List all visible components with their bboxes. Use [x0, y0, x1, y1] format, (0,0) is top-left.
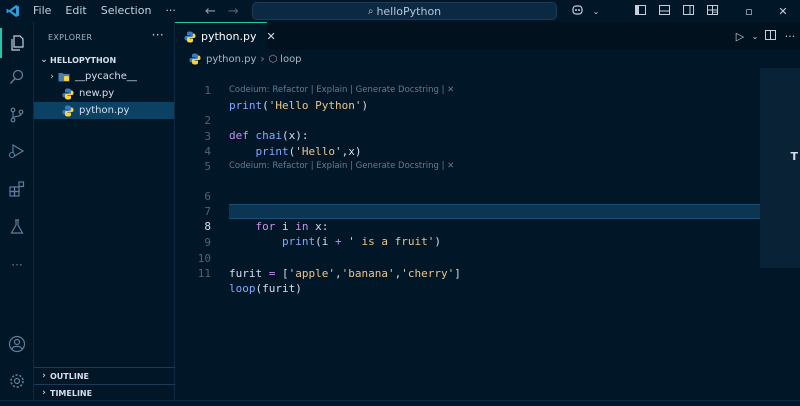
chevron-down-icon: ⌄: [40, 55, 48, 65]
python-folder-icon: [58, 72, 70, 82]
code-line: 9: [204, 236, 211, 249]
code-line: 4: [204, 145, 211, 158]
status-bar: [0, 400, 800, 406]
timeline-section[interactable]: › TIMELINE: [34, 384, 175, 401]
testing-flask-icon[interactable]: [0, 212, 34, 242]
run-debug-icon[interactable]: [0, 136, 34, 166]
chevron-right-icon: ›: [42, 388, 46, 398]
tree-item-python-py[interactable]: python.py: [34, 102, 174, 119]
vscode-logo-icon: [0, 0, 26, 22]
tab-bar: python.py ✕ ▷ ⌄ ···: [175, 22, 800, 50]
layout-sidebar-icon[interactable]: [628, 4, 652, 18]
close-window-icon[interactable]: ✕: [766, 0, 800, 22]
python-file-icon: [62, 105, 74, 117]
extensions-icon[interactable]: [0, 174, 34, 204]
python-file-icon: [189, 53, 201, 65]
command-center-search[interactable]: ⌕ helloPython: [252, 2, 557, 20]
more-actions-icon[interactable]: ···: [780, 30, 800, 43]
chevron-down-icon[interactable]: ⌄: [750, 32, 760, 41]
breadcrumb-file[interactable]: python.py: [206, 54, 256, 65]
code-line: 2 def chai(x):: [204, 114, 309, 142]
gear-icon[interactable]: [0, 366, 34, 396]
tree-item-new-py[interactable]: new.py: [34, 85, 174, 102]
split-editor-icon[interactable]: [760, 29, 780, 43]
minimize-icon[interactable]: –: [698, 0, 732, 22]
editor-area: python.py ✕ ▷ ⌄ ··· python.py › ⬡ loop 1…: [175, 22, 800, 406]
python-file-icon: [62, 88, 74, 100]
search-icon: ⌕: [367, 5, 374, 17]
explorer-files-icon[interactable]: [0, 28, 34, 58]
more-views-icon[interactable]: ···: [0, 250, 34, 280]
account-icon[interactable]: [0, 329, 34, 359]
code-line: 3 print('Hello',x): [204, 130, 362, 158]
menu-selection[interactable]: Selection: [94, 0, 159, 22]
menu-edit[interactable]: Edit: [58, 0, 93, 22]
layout-panel-icon[interactable]: [652, 4, 676, 18]
chevron-down-icon[interactable]: ⌄: [591, 7, 601, 16]
explorer-more-button[interactable]: ···: [152, 28, 164, 42]
close-tab-icon[interactable]: ✕: [266, 30, 275, 43]
code-line: 7 for i in x:: [204, 205, 329, 233]
explorer-sidebar: EXPLORER ··· ⌄ HELLOPYTHON › __pycache__…: [34, 22, 175, 406]
search-text: helloPython: [376, 4, 442, 18]
chevron-right-icon: ›: [50, 71, 54, 82]
restore-icon[interactable]: ▫: [732, 0, 766, 22]
explorer-header: EXPLORER ···: [48, 28, 164, 42]
cube-symbol-icon: ⬡: [268, 53, 278, 65]
codeium-codelens[interactable]: Codeium: Refactor | Explain | Generate D…: [229, 84, 454, 97]
activity-bar: ···: [0, 22, 34, 406]
outline-section[interactable]: › OUTLINE: [34, 367, 175, 384]
breadcrumb: python.py › ⬡ loop: [175, 50, 800, 68]
copilot-icon[interactable]: [567, 4, 591, 18]
menu-file[interactable]: File: [26, 0, 58, 22]
minimap-text-preview: T: [790, 150, 798, 163]
run-file-icon[interactable]: ▷: [730, 30, 750, 43]
menu-more[interactable]: ···: [158, 0, 183, 22]
chevron-right-icon: ›: [42, 371, 46, 381]
workspace-folder[interactable]: ⌄ HELLOPYTHON: [34, 52, 174, 68]
search-view-icon[interactable]: [0, 62, 34, 92]
codeium-codelens[interactable]: Codeium: Refactor | Explain | Generate D…: [229, 160, 454, 173]
tree-item-pycache[interactable]: › __pycache__: [34, 68, 174, 85]
breadcrumb-symbol[interactable]: loop: [280, 54, 301, 65]
chevron-right-icon: ›: [260, 53, 265, 65]
minimap-slider[interactable]: [760, 68, 800, 268]
tab-python-py[interactable]: python.py ✕: [175, 22, 276, 50]
back-arrow-icon[interactable]: ←: [205, 4, 216, 19]
python-file-icon: [184, 31, 196, 43]
code-line: 8 print(i + ' is a fruit'): [204, 220, 441, 248]
code-line: 11 loop(furit): [197, 267, 302, 295]
tab-label: python.py: [201, 30, 257, 43]
code-line: 6 def loop(x):: [204, 190, 308, 218]
code-line: 1 print('Hello Python'): [204, 84, 369, 112]
code-line: 5: [204, 160, 211, 173]
code-editor[interactable]: 1 print('Hello Python') Codeium: Refacto…: [175, 68, 800, 406]
code-line: 10 furit = ['apple','banana','cherry']: [197, 252, 461, 280]
forward-arrow-icon[interactable]: →: [228, 4, 239, 19]
source-control-icon[interactable]: [0, 100, 34, 130]
layout-secondary-sidebar-icon[interactable]: [676, 4, 700, 18]
